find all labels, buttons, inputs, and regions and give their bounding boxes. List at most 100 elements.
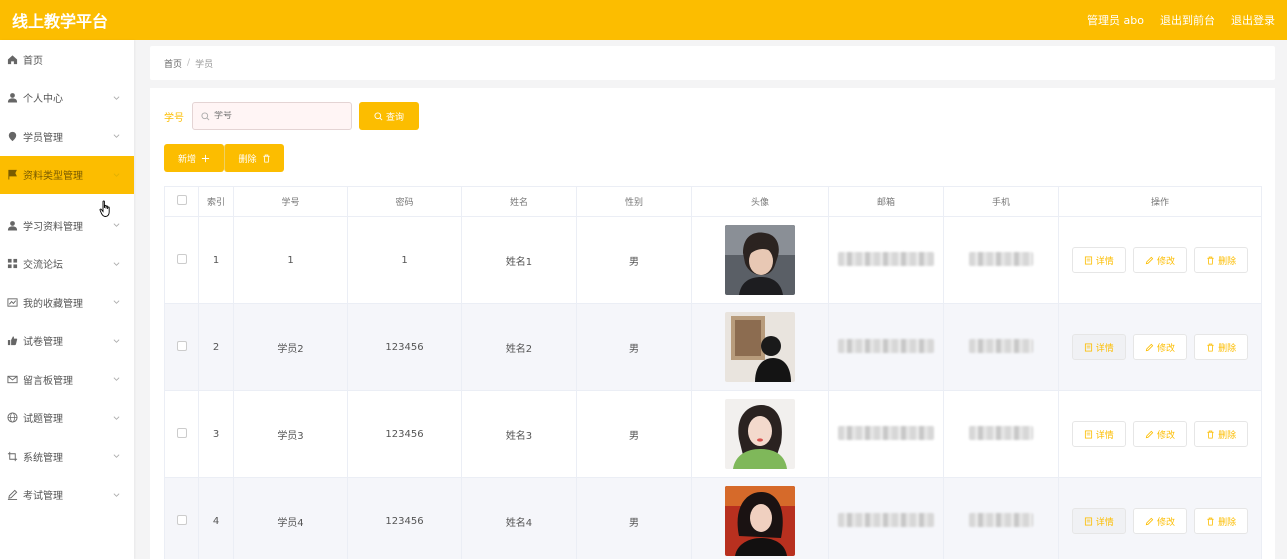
trash-icon: [1207, 256, 1214, 265]
search-row: 学号 查询: [164, 102, 1261, 130]
logout-link[interactable]: 退出登录: [1231, 12, 1275, 28]
cell-password: 123456: [347, 303, 462, 391]
trash-icon: [262, 154, 270, 163]
user-icon: [6, 92, 18, 104]
breadcrumb-current: 学员: [195, 59, 214, 70]
sidebar-item-label: 我的收藏管理: [23, 298, 83, 310]
sidebar-item-profile[interactable]: 个人中心: [0, 79, 134, 118]
cell-name: 姓名4: [461, 477, 577, 559]
blurred-email: [838, 251, 934, 266]
sidebar-item-students[interactable]: 学员管理: [0, 117, 134, 156]
trash-icon: [1207, 430, 1214, 439]
sidebar-item-materials[interactable]: 学习资料管理: [0, 206, 134, 245]
sidebar-item-exams[interactable]: 考试管理: [0, 476, 134, 515]
plus-icon: [201, 154, 210, 162]
edit-label: 修改: [1156, 517, 1175, 528]
row-checkbox[interactable]: [176, 253, 187, 264]
search-input[interactable]: [214, 111, 344, 121]
cell-index: 2: [198, 303, 234, 391]
chevron-down-icon: [113, 377, 120, 382]
sidebar-item-system[interactable]: 系统管理: [0, 437, 134, 476]
row-checkbox[interactable]: [176, 427, 187, 438]
cell-gender: 男: [576, 303, 692, 391]
select-all-cell: [164, 186, 199, 217]
main-content: 首页 / 学员 学号 查询 新增 删除: [150, 46, 1275, 559]
chevron-down-icon: [113, 262, 120, 266]
cell-password: 123456: [347, 477, 462, 559]
remove-button[interactable]: 删除: [1194, 508, 1249, 534]
cell-password: 1: [347, 216, 462, 304]
sidebar-item-forum[interactable]: 交流论坛: [0, 245, 134, 284]
edit-button[interactable]: 修改: [1133, 247, 1187, 273]
column-header: 密码: [347, 186, 462, 217]
remove-button[interactable]: 删除: [1194, 247, 1249, 273]
row-checkbox[interactable]: [176, 340, 187, 351]
search-label: 学号: [164, 112, 184, 124]
cell-index: 1: [198, 216, 234, 304]
blurred-phone: [969, 425, 1033, 440]
cell-avatar: [691, 390, 829, 478]
remove-button[interactable]: 删除: [1194, 334, 1249, 360]
cell-student-id: 学员2: [233, 303, 348, 391]
edit-button[interactable]: 修改: [1133, 334, 1187, 360]
search-button[interactable]: 查询: [359, 102, 419, 130]
edit-label: 修改: [1156, 430, 1175, 441]
sidebar-item-label: 资料类型管理: [23, 171, 83, 183]
sidebar: 首页 个人中心 学员管理 资料类型管理 学习资料管理 交流论坛 我的收藏管理 试…: [0, 40, 134, 559]
edit-button[interactable]: 修改: [1133, 421, 1187, 447]
blurred-email: [838, 512, 934, 527]
avatar: [725, 225, 795, 295]
front-link[interactable]: 退出到前台: [1160, 12, 1215, 28]
sidebar-item-messages[interactable]: 留言板管理: [0, 360, 134, 399]
home-icon: [6, 53, 18, 65]
delete-button[interactable]: 删除: [224, 144, 284, 172]
cell-index: 3: [198, 390, 234, 478]
crop-icon: [6, 450, 18, 462]
search-icon: [201, 111, 210, 120]
edit-icon: [1145, 256, 1154, 264]
cell-password: 123456: [347, 390, 462, 478]
action-row: 新增 删除: [164, 144, 1261, 172]
detail-label: 详情: [1095, 517, 1114, 528]
edit-button[interactable]: 修改: [1133, 508, 1187, 534]
add-button[interactable]: 新增: [164, 144, 224, 172]
cell-avatar: [691, 216, 829, 304]
breadcrumb-home[interactable]: 首页: [164, 57, 182, 70]
delete-button-label: 删除: [238, 154, 257, 165]
current-user[interactable]: 管理员 abo: [1087, 12, 1144, 28]
search-box[interactable]: [192, 102, 352, 130]
sidebar-item-questions[interactable]: 试题管理: [0, 399, 134, 438]
cell-phone: [943, 303, 1059, 391]
breadcrumb-separator: /: [187, 58, 191, 68]
column-header: 邮箱: [828, 186, 944, 217]
blurred-email: [838, 425, 934, 440]
row-checkbox[interactable]: [176, 514, 187, 525]
add-button-label: 新增: [177, 154, 196, 165]
sidebar-item-label: 试题管理: [23, 414, 63, 426]
mail-icon: [6, 373, 18, 385]
detail-button[interactable]: 详情: [1071, 421, 1126, 447]
sidebar-item-label: 个人中心: [23, 94, 63, 106]
cell-actions: 详情 修改 删除: [1058, 216, 1262, 304]
chevron-down-icon: [113, 223, 120, 228]
remove-button[interactable]: 删除: [1194, 421, 1249, 447]
grid-icon: [6, 258, 18, 270]
detail-button[interactable]: 详情: [1071, 334, 1126, 360]
sidebar-item-material-types[interactable]: 资料类型管理: [0, 155, 134, 194]
edit-label: 修改: [1156, 343, 1175, 354]
detail-button[interactable]: 详情: [1071, 508, 1126, 534]
cell-actions: 详情 修改 删除: [1058, 390, 1262, 478]
content-panel: 学号 查询 新增 删除: [150, 88, 1275, 559]
edit-icon: [1145, 517, 1154, 525]
cell-avatar: [691, 303, 829, 391]
top-bar: 线上教学平台 管理员 abo 退出到前台 退出登录: [0, 0, 1287, 40]
top-right-links: 管理员 abo 退出到前台 退出登录: [1087, 12, 1275, 28]
sidebar-item-papers[interactable]: 试卷管理: [0, 322, 134, 361]
sidebar-item-home[interactable]: 首页: [0, 40, 134, 79]
search-button-label: 查询: [385, 112, 404, 123]
table-row: 4 学员4 123456 姓名4 男 详情 修改 删除: [164, 477, 1262, 559]
detail-button[interactable]: 详情: [1071, 247, 1126, 273]
select-all-checkbox[interactable]: [176, 195, 187, 205]
sidebar-item-favorites[interactable]: 我的收藏管理: [0, 283, 134, 322]
flag-icon: [6, 169, 18, 181]
